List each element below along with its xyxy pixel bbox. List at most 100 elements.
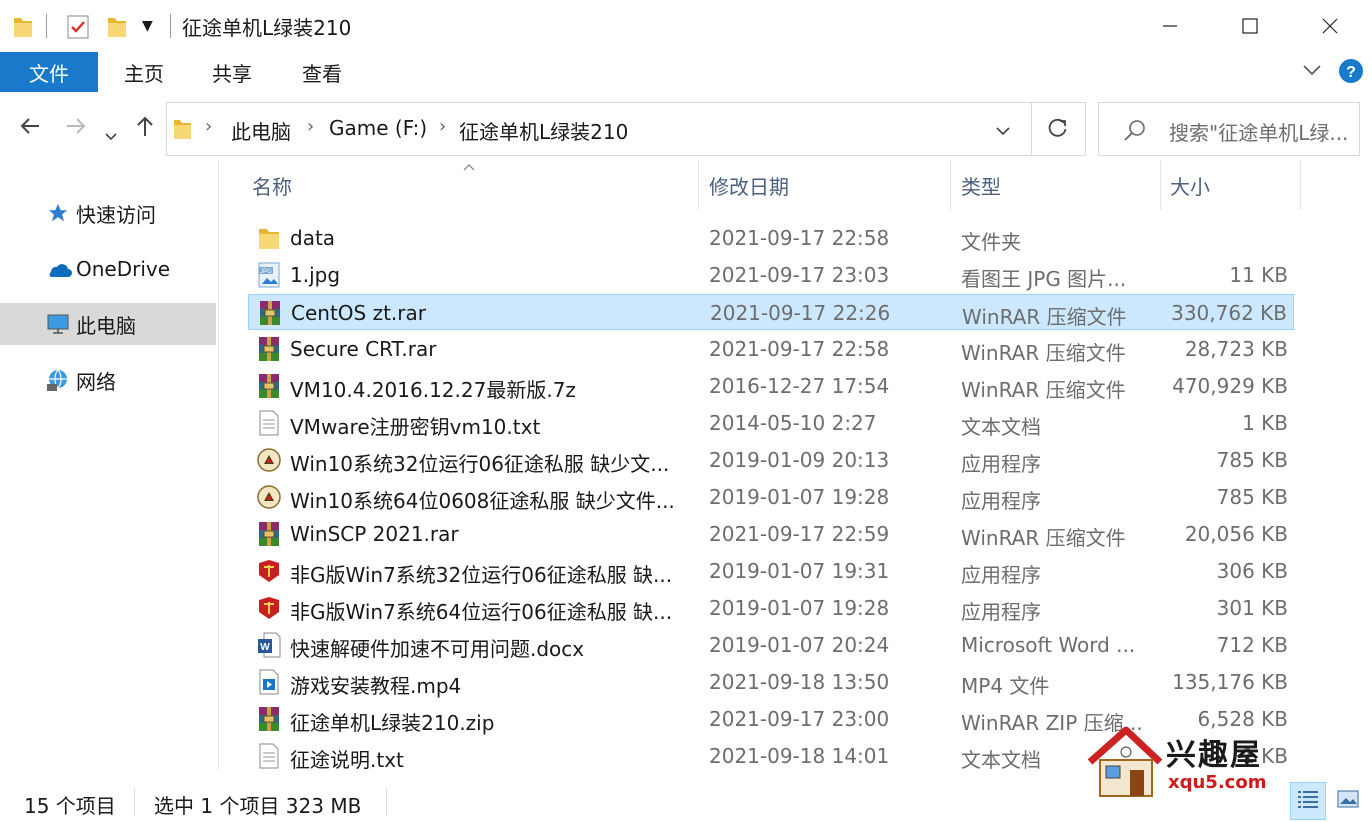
word-file-icon: W: [256, 631, 282, 659]
up-icon[interactable]: [134, 114, 156, 144]
file-modified-date: 2021-09-18 14:01: [709, 744, 890, 768]
large-icons-view-icon: [1336, 788, 1360, 815]
address-bar[interactable]: › 此电脑 › Game (F:) › 征途单机L绿装210: [166, 102, 1086, 156]
sidebar-item-quick-access[interactable]: 快速访问: [0, 192, 216, 234]
maximize-button[interactable]: [1210, 0, 1290, 52]
forward-icon[interactable]: [64, 114, 88, 144]
file-name: WinSCP 2021.rar: [290, 522, 459, 546]
file-row[interactable]: CentOS zt.rar 2021-09-17 22:26 WinRAR 压缩文件…: [248, 294, 1294, 330]
pane-divider[interactable]: [218, 160, 219, 770]
address-history-icon[interactable]: [995, 123, 1011, 142]
text-file-icon: [256, 409, 282, 437]
tab-view[interactable]: 查看: [286, 52, 358, 92]
winrar-icon: [257, 299, 283, 327]
properties-icon[interactable]: [66, 14, 90, 44]
customize-toolbar-icon[interactable]: ▼: [142, 18, 153, 34]
recent-locations-icon[interactable]: [104, 120, 118, 148]
file-type: MP4 文件: [961, 674, 1050, 698]
column-divider[interactable]: [1160, 160, 1161, 210]
close-button[interactable]: [1290, 0, 1370, 52]
file-modified-date: 2021-09-17 22:26: [710, 301, 891, 325]
file-size: 301 KB: [1216, 596, 1288, 620]
folder-icon: [256, 224, 282, 252]
column-divider[interactable]: [698, 160, 699, 210]
tab-share[interactable]: 共享: [196, 52, 268, 92]
chevron-right-icon: ›: [205, 116, 213, 137]
back-icon[interactable]: [18, 114, 42, 144]
column-header-size[interactable]: 大小: [1170, 160, 1300, 210]
folder-icon: [12, 14, 34, 44]
help-icon[interactable]: ?: [1338, 58, 1364, 88]
watermark-brand: 兴趣屋: [1166, 738, 1262, 773]
details-view-button[interactable]: [1290, 782, 1326, 820]
file-row[interactable]: 游戏安装教程.mp4 2021-09-18 13:50 MP4 文件 135,176 …: [248, 664, 1294, 700]
item-count: 15 个项目: [24, 794, 116, 818]
file-type: WinRAR 压缩文件: [961, 378, 1126, 402]
sidebar-item-network[interactable]: 网络: [0, 359, 216, 401]
expand-ribbon-icon[interactable]: [1302, 62, 1322, 81]
tab-home[interactable]: 主页: [108, 52, 180, 92]
column-divider[interactable]: [1300, 160, 1301, 210]
divider: [386, 788, 387, 816]
file-modified-date: 2014-05-10 2:27: [709, 411, 877, 435]
file-type: 文本文档: [961, 415, 1041, 439]
file-size: 785 KB: [1216, 448, 1288, 472]
large-icons-view-button[interactable]: [1330, 782, 1366, 820]
folder-icon: [173, 117, 193, 145]
title-bar: ▼ 征途单机L绿装210: [0, 0, 1372, 52]
winrar-icon: [256, 335, 282, 363]
breadcrumb-current-folder[interactable]: 征途单机L绿装210: [459, 116, 628, 145]
file-modified-date: 2021-09-17 23:00: [709, 707, 890, 731]
tab-file[interactable]: 文件: [0, 52, 98, 92]
column-header-type[interactable]: 类型: [961, 160, 1161, 210]
file-row[interactable]: VMware注册密钥vm10.txt 2014-05-10 2:27 文本文档 1 K…: [248, 405, 1294, 441]
sidebar-item-label: 网络: [76, 369, 116, 394]
svg-text:JPG: JPG: [260, 269, 272, 275]
winrar-icon: [256, 705, 282, 733]
file-row[interactable]: Win10系统32位运行06征途私服 缺少文... 2019-01-09 20:1…: [248, 442, 1294, 478]
file-row[interactable]: WinSCP 2021.rar 2021-09-17 22:59 WinRAR 压缩…: [248, 516, 1294, 552]
file-size: 20,056 KB: [1184, 522, 1288, 546]
svg-text:W: W: [260, 642, 270, 653]
file-row[interactable]: data 2021-09-17 22:58 文件夹: [248, 220, 1294, 256]
file-row[interactable]: 非G版Win7系统64位运行06征途私服 缺... 2019-01-07 19:2…: [248, 590, 1294, 626]
file-size: 11 KB: [1229, 263, 1288, 287]
breadcrumb-this-pc[interactable]: 此电脑: [231, 116, 291, 145]
file-name: VM10.4.2016.12.27最新版.7z: [290, 378, 576, 402]
sidebar-item-this-pc[interactable]: 此电脑: [0, 303, 216, 345]
new-folder-icon[interactable]: [106, 14, 128, 44]
file-name: Secure CRT.rar: [290, 337, 437, 361]
video-file-icon: [256, 668, 282, 696]
file-row[interactable]: Win10系统64位0608征途私服 缺少文件... 2019-01-07 19:…: [248, 479, 1294, 515]
file-name: data: [290, 226, 336, 250]
file-row[interactable]: Secure CRT.rar 2021-09-17 22:58 WinRAR 压缩文…: [248, 331, 1294, 367]
file-row[interactable]: JPG 1.jpg 2021-09-17 23:03 看图王 JPG 图片... 11 …: [248, 257, 1294, 293]
column-header-date[interactable]: 修改日期: [709, 160, 949, 210]
divider: [170, 14, 171, 38]
file-type: WinRAR 压缩文件: [961, 341, 1126, 365]
game-app-icon: [256, 446, 282, 474]
file-row[interactable]: W 快速解硬件加速不可用问题.docx 2019-01-07 20:24 Micros…: [248, 627, 1294, 663]
file-name: 征途说明.txt: [290, 748, 404, 772]
sidebar-item-onedrive[interactable]: OneDrive: [0, 248, 216, 290]
column-header-name[interactable]: 名称: [252, 160, 692, 210]
file-row[interactable]: VM10.4.2016.12.27最新版.7z 2016-12-27 17:54 W…: [248, 368, 1294, 404]
chevron-right-icon: ›: [307, 116, 315, 137]
refresh-icon[interactable]: [1047, 117, 1069, 143]
breadcrumb-drive[interactable]: Game (F:): [329, 116, 427, 140]
minimize-button[interactable]: [1130, 0, 1210, 52]
file-modified-date: 2019-01-07 19:28: [709, 596, 890, 620]
divider: [46, 14, 47, 38]
file-size: 306 KB: [1216, 559, 1288, 583]
divider: [1031, 103, 1032, 155]
file-modified-date: 2016-12-27 17:54: [709, 374, 890, 398]
file-row[interactable]: 非G版Win7系统32位运行06征途私服 缺... 2019-01-07 19:3…: [248, 553, 1294, 589]
file-type: Microsoft Word ...: [961, 633, 1136, 657]
red-app-icon: [256, 594, 282, 622]
file-name: Win10系统64位0608征途私服 缺少文件...: [290, 489, 675, 513]
window-title: 征途单机L绿装210: [182, 16, 352, 40]
search-box[interactable]: 搜索"征途单机L绿...: [1098, 102, 1360, 156]
details-view-icon: [1296, 788, 1320, 815]
selection-info: 选中 1 个项目 323 MB: [154, 794, 362, 818]
column-divider[interactable]: [950, 160, 951, 210]
